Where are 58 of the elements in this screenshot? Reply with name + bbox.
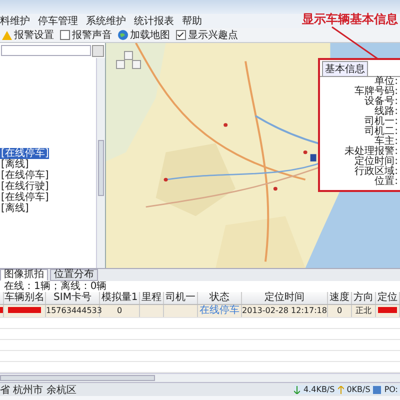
menu-item[interactable]: 停车管理: [38, 14, 78, 28]
checkbox[interactable]: [176, 30, 186, 40]
redaction-bar: [8, 307, 41, 314]
tree-item[interactable]: [在线停车]: [0, 170, 49, 181]
field-label: 设备号:: [364, 97, 398, 107]
menu-item[interactable]: 统计报表: [134, 14, 174, 28]
menu-item[interactable]: 系统维护: [86, 14, 126, 28]
column-header[interactable]: 方向: [352, 292, 376, 304]
annotation-text: 显示车辆基本信息: [302, 11, 398, 28]
toolbar-button[interactable]: 加载地图: [118, 28, 170, 42]
toolbar-button[interactable]: 报警设置: [2, 28, 54, 42]
field-label: 司机一:: [364, 117, 398, 127]
upload-speed: 0KB/S: [346, 385, 370, 394]
tab[interactable]: 图像抓拍: [0, 269, 48, 281]
field-label: 车牌号码:: [354, 87, 398, 97]
globe-icon: [118, 30, 128, 40]
field-label: 单位:: [374, 77, 398, 87]
field-label: 线路:: [374, 107, 398, 117]
field-label: 车主:: [374, 137, 398, 147]
column-header[interactable]: 定位时间: [242, 292, 328, 304]
field-label: 定位时间:: [354, 157, 398, 167]
field-label: 司机二:: [364, 127, 398, 137]
menu-item[interactable]: 帮助: [182, 14, 202, 28]
column-header[interactable]: 速度: [328, 292, 352, 304]
column-header[interactable]: 状态: [198, 292, 242, 304]
search-field[interactable]: [1, 45, 91, 56]
column-header[interactable]: 模拟量1: [100, 292, 140, 304]
column-header[interactable]: 里程: [140, 292, 164, 304]
column-header[interactable]: 车辆别名: [4, 292, 46, 304]
location-text: 省 杭州市 余杭区: [0, 384, 76, 396]
tree-item[interactable]: [离线]: [0, 159, 29, 170]
column-header[interactable]: 定位: [376, 292, 400, 304]
tree-item[interactable]: [离线]: [0, 203, 29, 214]
horizontal-scrollbar[interactable]: [0, 373, 400, 382]
status-text: PO:: [384, 385, 398, 394]
search-button[interactable]: [92, 45, 104, 57]
upload-icon: [338, 386, 344, 394]
field-label: 位置:: [374, 177, 398, 187]
redaction-bar: [378, 307, 397, 314]
tab[interactable]: 位置分布: [50, 269, 98, 281]
tree-item[interactable]: [在线停车]: [0, 148, 49, 159]
info-tab[interactable]: 基本信息: [322, 61, 368, 76]
summary-text: 在线：1辆；离线：0辆: [0, 281, 400, 292]
tree-item[interactable]: [在线行驶]: [0, 181, 49, 192]
menu-item[interactable]: 料维护: [0, 14, 30, 28]
field-label: 未处理报警:: [344, 147, 398, 157]
column-header[interactable]: SIM卡号: [46, 292, 100, 304]
download-speed: 4.4KB/S: [303, 385, 335, 394]
redaction-bar: [0, 307, 3, 314]
field-label: 行政区域:: [354, 167, 398, 177]
tree-item[interactable]: [在线停车]: [0, 192, 49, 203]
column-header[interactable]: 司机一: [164, 292, 198, 304]
checkbox-label: 显示兴趣点: [188, 28, 238, 42]
checkbox[interactable]: [60, 30, 70, 40]
checkbox-label: 报警声音: [72, 28, 112, 42]
scrollbar[interactable]: [96, 58, 105, 268]
warning-icon: [2, 30, 12, 40]
download-icon: [294, 386, 300, 394]
